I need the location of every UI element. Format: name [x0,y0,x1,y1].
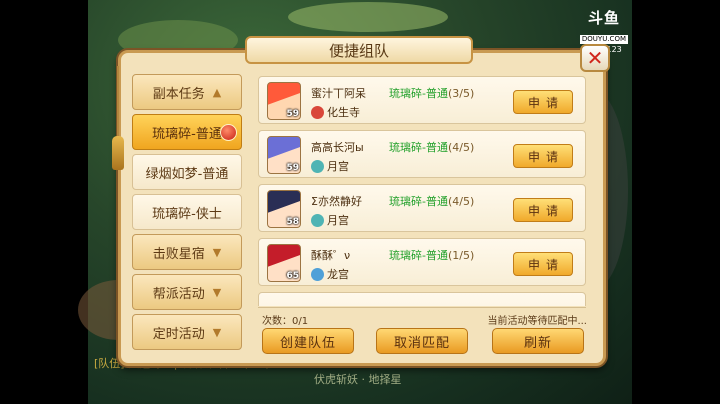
menu-item-label: 击败星宿 [152,246,205,262]
player-level: 58 [286,217,299,227]
moon-icon [311,213,324,227]
avatar: 65 [267,244,301,282]
apply-button[interactable]: 申请 [513,144,573,168]
lotus-icon [311,105,324,119]
activity-label: 琉璃碎-普通 [389,195,448,208]
apply-button[interactable]: 申请 [513,198,573,222]
activity-label: 琉璃碎-普通 [389,141,448,154]
team-row: 58 Σ亦然静好月宫 琉璃碎-普通(4/5) 申请 [258,184,586,232]
watermark-site: DOUYU.COM [579,35,628,44]
moon-icon [311,159,324,173]
team-row-partial [258,292,586,306]
chevron-down-icon: ▼ [212,285,222,299]
menu-item-label: 副本任务 [152,86,205,102]
team-size: (4/5) [447,141,475,154]
notification-badge-icon [220,124,237,141]
team-activity: 琉璃碎-普通(1/5) [389,247,474,263]
chat-line: 伏虎斩妖 · 地择星 [314,373,402,386]
activity-label: 琉璃碎-普通 [389,87,448,100]
school-label: 龙宫 [327,268,349,281]
menu-item[interactable]: 绿烟如梦-普通 [132,154,242,190]
menu-item-label: 琉璃碎-普通 [152,126,222,142]
player-name: Σ亦然静好 [311,195,362,208]
watermark-logo: 斗鱼 [587,9,620,27]
school-label: 月宫 [327,214,349,227]
apply-button[interactable]: 申请 [513,90,573,114]
cancel-match-button[interactable]: 取消匹配 [376,328,468,354]
matching-status: 当前活动等待匹配中... [487,316,587,327]
dragon-icon [311,267,324,281]
team-row: 59 蜜汁丅阿呆化生寺 琉璃碎-普通(3/5) 申请 [258,76,586,124]
player-school: 龙宫 [311,266,349,282]
close-button[interactable]: ✕ [580,44,610,72]
avatar: 58 [267,190,301,228]
tassel-ornament [111,66,125,176]
create-team-button[interactable]: 创建队伍 [262,328,354,354]
menu-item-label: 帮派活动 [152,286,205,302]
menu-item[interactable]: 击败星宿 ▼ [132,234,242,270]
school-label: 化生寺 [327,106,360,119]
school-label: 月宫 [327,160,349,173]
activity-label: 琉璃碎-普通 [389,249,448,262]
player-level: 65 [286,271,299,281]
close-icon: ✕ [586,46,604,70]
menu-item-label: 绿烟如梦-普通 [145,166,229,182]
player-level: 59 [286,163,299,173]
refresh-button[interactable]: 刷新 [492,328,584,354]
team-activity: 琉璃碎-普通(4/5) [389,193,474,209]
player-level: 59 [286,109,299,119]
menu-item-label: 定时活动 [152,326,205,342]
menu-item[interactable]: 琉璃碎-普通 [132,114,242,150]
avatar: 59 [267,82,301,120]
player-school: 化生寺 [311,104,360,120]
team-size: (1/5) [447,249,475,262]
team-list: 59 蜜汁丅阿呆 化生寺 琉璃碎-普通(3/5) 申请 59 高高长河ы 月宫 琉璃碎-普通(4… [258,76,586,306]
team-activity: 琉璃碎-普通(4/5) [389,139,474,155]
menu-item[interactable]: 帮派活动 ▼ [132,274,242,310]
menu-item[interactable]: 定时活动 ▼ [132,314,242,350]
player-name: 蜜汁丅阿呆 [311,87,366,100]
chevron-up-icon: ▲ [212,85,222,99]
apply-button[interactable]: 申请 [513,252,573,276]
team-row: 65 酥酥゜ν 龙宫 琉璃碎-普通(1/5) 申请 [258,238,586,286]
player-school: 月宫 [311,212,349,228]
menu-item-label: 琉璃碎-侠士 [152,206,222,222]
team-row: 59 高高长河ы 月宫 琉璃碎-普通(4/5) 申请 [258,130,586,178]
team-activity: 琉璃碎-普通(3/5) [389,85,474,101]
chevron-down-icon: ▼ [212,245,222,259]
player-name: 高高长河ы [311,141,364,154]
avatar: 59 [267,136,301,174]
menu-item[interactable]: 琉璃碎-侠士 [132,194,242,230]
divider [258,307,586,308]
chevron-down-icon: ▼ [212,325,222,339]
team-size: (3/5) [447,87,475,100]
attempt-count: 次数：0/1 [262,316,309,327]
game-screen: [队伍] 天运哥~ | 琉璃碎-普通 (1/5) 伏虎斩妖 · 地择星 斗鱼 D… [0,0,720,404]
panel-title: 便捷组队 [245,36,473,64]
player-name: 酥酥゜ν [311,249,351,262]
menu-item[interactable]: 副本任务 ▲ [132,74,242,110]
team-size: (4/5) [447,195,475,208]
player-school: 月宫 [311,158,349,174]
